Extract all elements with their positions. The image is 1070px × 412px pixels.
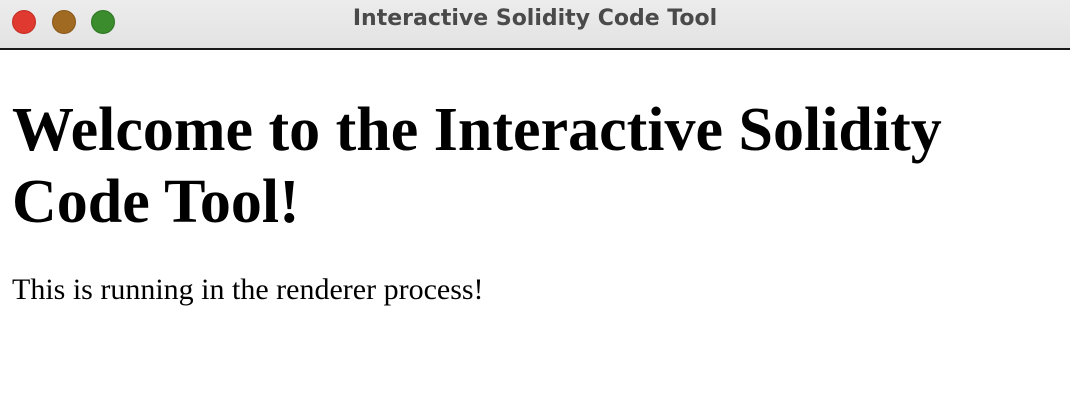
window-title: Interactive Solidity Code Tool [352, 6, 718, 31]
app-window: Interactive Solidity Code Tool Welcome t… [0, 0, 1070, 412]
page-heading: Welcome to the Interactive Solidity Code… [12, 96, 942, 236]
page-content: Welcome to the Interactive Solidity Code… [12, 50, 1058, 308]
title-bar[interactable]: Interactive Solidity Code Tool [0, 0, 1070, 50]
status-message: This is running in the renderer process! [12, 273, 484, 306]
